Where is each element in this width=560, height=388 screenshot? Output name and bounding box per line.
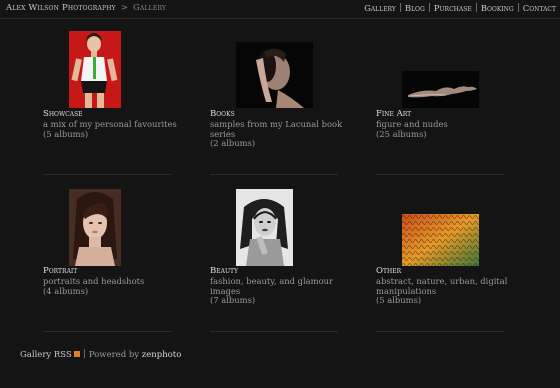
album-divider: [376, 331, 504, 332]
powered-by-label: Powered by: [88, 350, 140, 360]
books-album-title[interactable]: Books: [210, 109, 235, 119]
showcase-album-count: (5 albums): [43, 129, 89, 139]
nav-divider: [517, 3, 519, 12]
album-divider: [210, 174, 338, 175]
main-nav: Gallery Blog Purchase Booking Contact: [364, 3, 556, 14]
showcase-album-description: a mix of my personal favourites: [43, 119, 177, 129]
nav-divider: [399, 3, 401, 12]
other-album-count: (5 albums): [376, 295, 422, 305]
portrait-album-description: portraits and headshots: [43, 276, 145, 286]
books-thumbnail[interactable]: [236, 42, 313, 108]
gallery-rss-link[interactable]: Gallery RSS: [20, 350, 72, 360]
album-divider: [43, 331, 171, 332]
nav-gallery-link[interactable]: Gallery: [364, 4, 396, 14]
fine-art-album-description: figure and nudes: [376, 119, 448, 129]
nav-divider: [428, 3, 430, 12]
beauty-album-description: fashion, beauty, and glamour images: [210, 276, 334, 296]
album-divider: [210, 331, 338, 332]
nav-divider: [475, 3, 477, 12]
album-divider: [43, 174, 171, 175]
beauty-album-count: (7 albums): [210, 295, 256, 305]
showcase-thumbnail[interactable]: [69, 31, 121, 108]
breadcrumb-home-link[interactable]: Alex Wilson Photography: [6, 3, 116, 13]
rss-icon[interactable]: [73, 351, 80, 357]
zenphoto-link[interactable]: zenphoto: [142, 350, 182, 360]
breadcrumb-current: Gallery: [132, 3, 167, 13]
nav-booking-link[interactable]: Booking: [481, 4, 514, 14]
breadcrumb-separator: >: [120, 3, 129, 13]
books-album-description: samples from my Lacunal book series: [210, 119, 343, 139]
breadcrumb: Alex Wilson Photography > Gallery: [6, 3, 166, 13]
fine-art-album-count: (25 albums): [376, 129, 427, 139]
nav-purchase-link[interactable]: Purchase: [434, 4, 472, 14]
fine-art-thumbnail[interactable]: [402, 71, 479, 108]
beauty-thumbnail[interactable]: [236, 189, 293, 266]
books-album-count: (2 albums): [210, 138, 256, 148]
other-album-description: abstract, nature, urban, digital manipul…: [376, 276, 508, 296]
fine-art-album-title[interactable]: Fine Art: [376, 109, 411, 119]
site-footer: Gallery RSS Powered by zenphoto: [20, 349, 181, 360]
portrait-thumbnail[interactable]: [69, 189, 121, 266]
album-divider: [376, 174, 504, 175]
other-album-title[interactable]: Other: [376, 266, 401, 276]
nav-contact-link[interactable]: Contact: [523, 4, 556, 14]
footer-divider: [83, 349, 85, 358]
nav-blog-link[interactable]: Blog: [405, 4, 425, 14]
site-header: Alex Wilson Photography > Gallery Galler…: [0, 0, 560, 19]
beauty-album-title[interactable]: Beauty: [210, 266, 238, 276]
portrait-album-title[interactable]: Portrait: [43, 266, 77, 276]
showcase-album-title[interactable]: Showcase: [43, 109, 83, 119]
portrait-album-count: (4 albums): [43, 286, 89, 296]
other-thumbnail[interactable]: [402, 214, 479, 266]
